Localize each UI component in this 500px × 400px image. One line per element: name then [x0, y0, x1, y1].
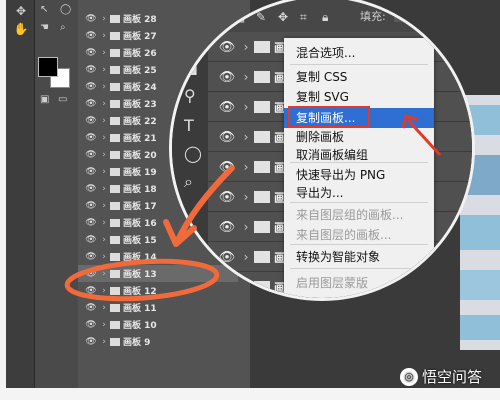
annotation-overlay	[64, 114, 442, 302]
annotation-circle	[64, 258, 220, 302]
annotation-red-arrow	[406, 118, 442, 157]
annotation-curve-arrow	[175, 165, 235, 243]
